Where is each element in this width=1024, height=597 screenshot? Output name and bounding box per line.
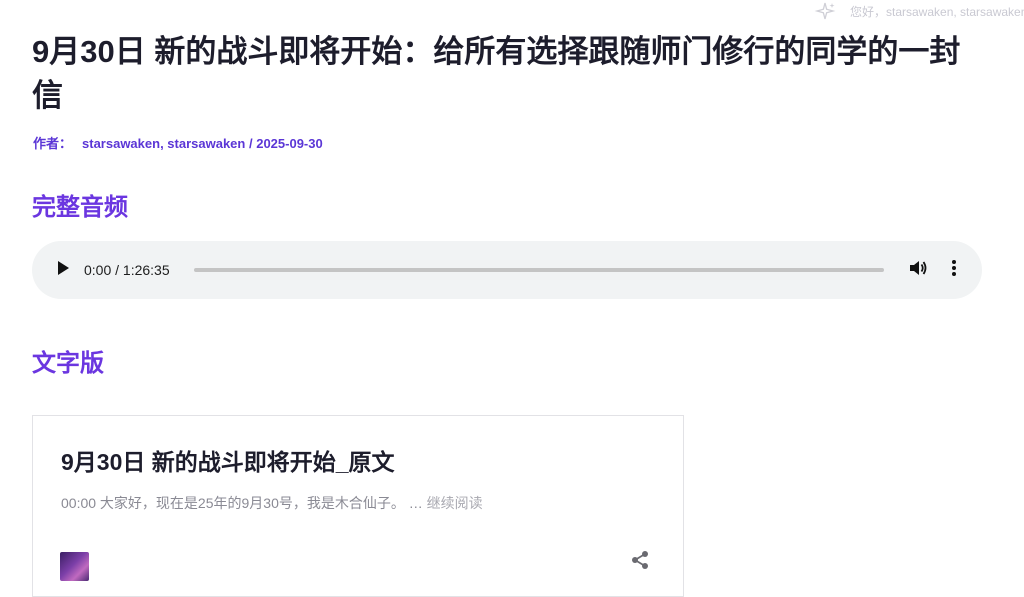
author-link[interactable]: starsawaken, starsawaken: [82, 136, 245, 151]
card-excerpt: 00:00 大家好，现在是25年的9月30号，我是木合仙子。 … 继续阅读: [61, 493, 483, 513]
greeting-text: 您好，starsawaken, starsawaken: [850, 4, 1024, 19]
author-label: 作者：: [33, 136, 73, 151]
more-vertical-icon: [951, 259, 957, 282]
card-title[interactable]: 9月30日 新的战斗即将开始_原文: [61, 446, 395, 478]
audio-player[interactable]: 0:00 / 1:26:35: [32, 241, 982, 299]
read-more-link[interactable]: 继续阅读: [427, 495, 483, 511]
meta-separator: /: [248, 136, 253, 151]
sparkle-icon: [814, 2, 836, 20]
post-meta: 作者： starsawaken, starsawaken / 2025-09-30: [33, 133, 323, 152]
play-icon: [56, 260, 70, 281]
author-thumbnail[interactable]: [60, 552, 89, 581]
excerpt-ellipsis: …: [408, 495, 423, 511]
seek-bar[interactable]: [194, 268, 884, 272]
volume-button[interactable]: [908, 260, 928, 280]
user-greeting[interactable]: 您好，starsawaken, starsawaken: [814, 2, 1024, 20]
share-button[interactable]: [629, 550, 651, 575]
excerpt-text: 00:00 大家好，现在是25年的9月30号，我是木合仙子。: [61, 495, 405, 511]
play-button[interactable]: [54, 260, 72, 281]
volume-icon: [908, 258, 928, 283]
share-icon: [630, 550, 650, 575]
time-display: 0:00 / 1:26:35: [84, 262, 170, 278]
post-date: 2025-09-30: [256, 136, 323, 151]
page-title: 9月30日 新的战斗即将开始：给所有选择跟随师门修行的同学的一封信: [32, 34, 961, 113]
post-card[interactable]: 9月30日 新的战斗即将开始_原文 00:00 大家好，现在是25年的9月30号…: [32, 415, 684, 597]
more-options-button[interactable]: [944, 259, 964, 282]
text-section-heading: 文字版: [32, 350, 104, 377]
audio-section-heading: 完整音频: [32, 194, 128, 221]
